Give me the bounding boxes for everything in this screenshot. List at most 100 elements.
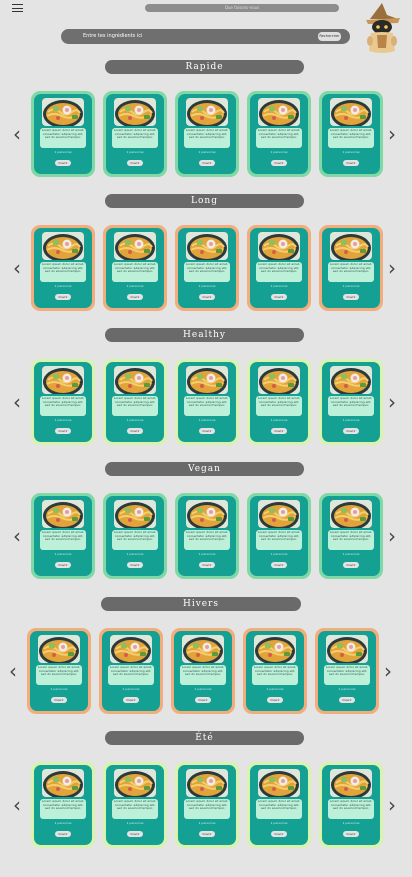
open-recipe-button[interactable]: Ouvrir xyxy=(271,160,287,166)
recipe-servings: 1 personne xyxy=(342,821,360,825)
open-recipe-button[interactable]: Ouvrir xyxy=(199,160,215,166)
carousel-next-arrow-icon[interactable]: › xyxy=(386,795,398,815)
recipe-card[interactable]: Lorem ipsum dolor sit amet, consectetur … xyxy=(31,359,95,445)
open-recipe-button[interactable]: Ouvrir xyxy=(123,697,139,703)
recipe-card[interactable]: Lorem ipsum dolor sit amet, consectetur … xyxy=(175,91,239,177)
recipe-description: Lorem ipsum dolor sit amet, consectetur … xyxy=(40,530,86,550)
open-recipe-button[interactable]: Ouvrir xyxy=(127,294,143,300)
recipe-card[interactable]: Lorem ipsum dolor sit amet, consectetur … xyxy=(319,225,383,311)
carousel-hivers: ‹ Lorem ipsum dolor sit amet, consectetu… xyxy=(0,628,412,718)
recipe-card[interactable]: Lorem ipsum dolor sit amet, consectetur … xyxy=(247,91,311,177)
hamburger-menu-icon[interactable] xyxy=(12,4,23,12)
recipe-card[interactable]: Lorem ipsum dolor sit amet, consectetur … xyxy=(103,91,167,177)
recipe-card[interactable]: Lorem ipsum dolor sit amet, consectetur … xyxy=(175,762,239,848)
open-recipe-button[interactable]: Ouvrir xyxy=(55,294,71,300)
recipe-card[interactable]: Lorem ipsum dolor sit amet, consectetur … xyxy=(103,493,167,579)
open-recipe-button[interactable]: Ouvrir xyxy=(343,562,359,568)
carousel-prev-arrow-icon[interactable]: ‹ xyxy=(11,124,23,144)
recipe-card[interactable]: Lorem ipsum dolor sit amet, consectetur … xyxy=(175,359,239,445)
recipe-card[interactable]: Lorem ipsum dolor sit amet, consectetur … xyxy=(103,225,167,311)
open-recipe-button[interactable]: Ouvrir xyxy=(339,697,355,703)
recipe-card[interactable]: Lorem ipsum dolor sit amet, consectetur … xyxy=(31,762,95,848)
recipe-card-body: Lorem ipsum dolor sit amet, consectetur … xyxy=(246,631,304,711)
open-recipe-button[interactable]: Ouvrir xyxy=(267,697,283,703)
carousel-prev-arrow-icon[interactable]: ‹ xyxy=(11,258,23,278)
open-recipe-button[interactable]: Ouvrir xyxy=(51,697,67,703)
open-recipe-button[interactable]: Ouvrir xyxy=(271,831,287,837)
ramen-bowl-photo xyxy=(42,232,84,260)
open-recipe-button[interactable]: Ouvrir xyxy=(271,294,287,300)
recipe-card-body: Lorem ipsum dolor sit amet, consectetur … xyxy=(106,94,164,174)
recipe-card[interactable]: Lorem ipsum dolor sit amet, consectetur … xyxy=(319,762,383,848)
recipe-card[interactable]: Lorem ipsum dolor sit amet, consectetur … xyxy=(171,628,235,714)
open-recipe-button[interactable]: Ouvrir xyxy=(343,160,359,166)
recipe-card[interactable]: Lorem ipsum dolor sit amet, consectetur … xyxy=(31,225,95,311)
recipe-card[interactable]: Lorem ipsum dolor sit amet, consectetur … xyxy=(247,762,311,848)
open-recipe-button[interactable]: Ouvrir xyxy=(55,160,71,166)
carousel-next-arrow-icon[interactable]: › xyxy=(386,258,398,278)
recipe-card[interactable]: Lorem ipsum dolor sit amet, consectetur … xyxy=(27,628,91,714)
open-recipe-button[interactable]: Ouvrir xyxy=(55,831,71,837)
carousel-next-arrow-icon[interactable]: › xyxy=(386,392,398,412)
recipe-servings: 1 personne xyxy=(342,284,360,288)
ramen-bowl-photo xyxy=(186,769,228,797)
carousel-ete: ‹ Lorem ipsum dolor sit amet, consectetu… xyxy=(0,762,412,852)
recipe-card-body: Lorem ipsum dolor sit amet, consectetur … xyxy=(102,631,160,711)
recipe-servings: 1 personne xyxy=(198,821,216,825)
section-title-ete: Été xyxy=(105,731,304,745)
ramen-bowl-photo xyxy=(182,635,224,663)
open-recipe-button[interactable]: Ouvrir xyxy=(55,428,71,434)
recipe-card[interactable]: Lorem ipsum dolor sit amet, consectetur … xyxy=(247,225,311,311)
recipe-card[interactable]: Lorem ipsum dolor sit amet, consectetur … xyxy=(319,493,383,579)
carousel-next-arrow-icon[interactable]: › xyxy=(382,661,394,681)
black-mage-mascot-icon[interactable] xyxy=(362,3,402,55)
open-recipe-button[interactable]: Ouvrir xyxy=(271,562,287,568)
open-recipe-button[interactable]: Ouvrir xyxy=(127,831,143,837)
carousel-prev-arrow-icon[interactable]: ‹ xyxy=(11,392,23,412)
carousel-prev-arrow-icon[interactable]: ‹ xyxy=(11,795,23,815)
open-recipe-button[interactable]: Ouvrir xyxy=(199,294,215,300)
open-recipe-button[interactable]: Ouvrir xyxy=(271,428,287,434)
carousel-next-arrow-icon[interactable]: › xyxy=(386,124,398,144)
recipe-card-body: Lorem ipsum dolor sit amet, consectetur … xyxy=(178,765,236,845)
open-recipe-button[interactable]: Ouvrir xyxy=(127,428,143,434)
open-recipe-button[interactable]: Ouvrir xyxy=(199,831,215,837)
recipe-description: Lorem ipsum dolor sit amet, consectetur … xyxy=(112,396,158,416)
open-recipe-button[interactable]: Ouvrir xyxy=(127,160,143,166)
recipe-description: Lorem ipsum dolor sit amet, consectetur … xyxy=(256,128,302,148)
carousel-long: ‹ Lorem ipsum dolor sit amet, consectetu… xyxy=(0,225,412,315)
recipe-card[interactable]: Lorem ipsum dolor sit amet, consectetur … xyxy=(31,493,95,579)
recipe-card-body: Lorem ipsum dolor sit amet, consectetur … xyxy=(322,94,380,174)
recipe-card[interactable]: Lorem ipsum dolor sit amet, consectetur … xyxy=(319,359,383,445)
search-button[interactable]: Rechercher xyxy=(318,32,341,41)
ingredients-search-bar[interactable]: Entre tes ingrédients ici Rechercher xyxy=(61,29,350,44)
recipe-servings: 1 personne xyxy=(270,821,288,825)
open-recipe-button[interactable]: Ouvrir xyxy=(343,428,359,434)
recipe-card[interactable]: Lorem ipsum dolor sit amet, consectetur … xyxy=(247,493,311,579)
recipe-card-body: Lorem ipsum dolor sit amet, consectetur … xyxy=(178,228,236,308)
carousel-next-arrow-icon[interactable]: › xyxy=(386,526,398,546)
open-recipe-button[interactable]: Ouvrir xyxy=(195,697,211,703)
recipe-card[interactable]: Lorem ipsum dolor sit amet, consectetur … xyxy=(175,493,239,579)
recipe-card[interactable]: Lorem ipsum dolor sit amet, consectetur … xyxy=(247,359,311,445)
ingredients-input[interactable]: Entre tes ingrédients ici xyxy=(83,29,142,44)
recipe-card[interactable]: Lorem ipsum dolor sit amet, consectetur … xyxy=(31,91,95,177)
recipe-card[interactable]: Lorem ipsum dolor sit amet, consectetur … xyxy=(103,359,167,445)
open-recipe-button[interactable]: Ouvrir xyxy=(343,831,359,837)
open-recipe-button[interactable]: Ouvrir xyxy=(343,294,359,300)
recipe-card[interactable]: Lorem ipsum dolor sit amet, consectetur … xyxy=(175,225,239,311)
top-search-input[interactable]: Que faisons-nous xyxy=(145,4,339,12)
recipe-servings: 1 personne xyxy=(270,150,288,154)
recipe-card[interactable]: Lorem ipsum dolor sit amet, consectetur … xyxy=(319,91,383,177)
recipe-card-body: Lorem ipsum dolor sit amet, consectetur … xyxy=(106,765,164,845)
carousel-prev-arrow-icon[interactable]: ‹ xyxy=(7,661,19,681)
open-recipe-button[interactable]: Ouvrir xyxy=(199,562,215,568)
recipe-card[interactable]: Lorem ipsum dolor sit amet, consectetur … xyxy=(315,628,379,714)
open-recipe-button[interactable]: Ouvrir xyxy=(55,562,71,568)
recipe-card[interactable]: Lorem ipsum dolor sit amet, consectetur … xyxy=(99,628,163,714)
recipe-card[interactable]: Lorem ipsum dolor sit amet, consectetur … xyxy=(243,628,307,714)
open-recipe-button[interactable]: Ouvrir xyxy=(127,562,143,568)
carousel-prev-arrow-icon[interactable]: ‹ xyxy=(11,526,23,546)
open-recipe-button[interactable]: Ouvrir xyxy=(199,428,215,434)
recipe-card[interactable]: Lorem ipsum dolor sit amet, consectetur … xyxy=(103,762,167,848)
